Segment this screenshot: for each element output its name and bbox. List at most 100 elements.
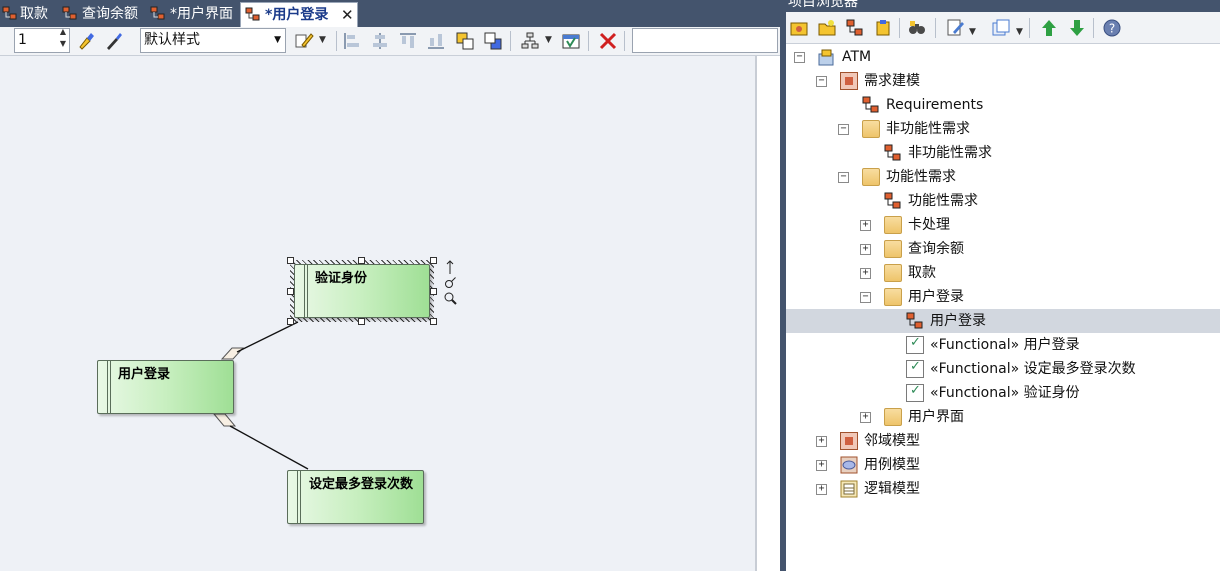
project-browser: 项目浏览器 ▼ ▼ ? − ATM − 需求建模 Requirements − …: [786, 0, 1220, 571]
chevron-down-icon[interactable]: ▼: [545, 35, 552, 45]
align-center-icon[interactable]: [370, 31, 390, 51]
collapse-icon[interactable]: −: [838, 124, 849, 135]
send-to-back-icon[interactable]: [483, 31, 503, 51]
tree-item-logical-model[interactable]: + 逻辑模型: [786, 477, 1220, 501]
requirement-node[interactable]: 验证身份: [294, 264, 430, 318]
resize-handle[interactable]: [430, 318, 437, 325]
tree-item-requirements-diagram[interactable]: Requirements: [786, 93, 1220, 117]
diagram-canvas[interactable]: 验证身份 用户登录 设定最多登录次数: [0, 56, 755, 571]
tree-item-user-interface[interactable]: + 用户界面: [786, 405, 1220, 429]
resize-handle[interactable]: [358, 318, 365, 325]
collapse-icon[interactable]: −: [794, 52, 805, 63]
tab-user-login[interactable]: *用户登录 ✕: [240, 2, 358, 27]
connector-line[interactable]: [236, 321, 299, 353]
resize-handle[interactable]: [358, 257, 365, 264]
new-diagram-icon[interactable]: [845, 18, 865, 38]
delete-icon[interactable]: [598, 31, 618, 51]
vertical-scrollbar[interactable]: [755, 56, 780, 571]
resize-handle[interactable]: [287, 318, 294, 325]
collapse-icon[interactable]: −: [816, 76, 827, 87]
tree-item-req-max-attempts[interactable]: «Functional» 设定最多登录次数: [786, 357, 1220, 381]
find-icon[interactable]: [907, 18, 927, 38]
document-icon[interactable]: [991, 18, 1011, 38]
tree-item-label: 功能性需求: [908, 193, 978, 209]
tab-query-balance[interactable]: 查询余额: [60, 2, 146, 27]
align-top-icon[interactable]: [398, 31, 418, 51]
chevron-down-icon[interactable]: ▼: [969, 27, 976, 37]
expand-icon[interactable]: +: [816, 484, 827, 495]
toolbar-separator: [1093, 18, 1094, 38]
tree-item-label: 用户登录: [930, 313, 986, 329]
line-width-spinner[interactable]: 1 ▲ ▼: [14, 26, 70, 53]
style-select[interactable]: 默认样式 ▼: [140, 28, 286, 53]
tree-item-domain-model[interactable]: + 邻域模型: [786, 429, 1220, 453]
chevron-down-icon: ▼: [274, 35, 281, 45]
tree-item-use-case-model[interactable]: + 用例模型: [786, 453, 1220, 477]
toolbar-separator: [899, 18, 900, 38]
align-bottom-icon[interactable]: [426, 31, 446, 51]
align-left-icon[interactable]: [342, 31, 362, 51]
tree-item-req-user-login[interactable]: «Functional» 用户登录: [786, 333, 1220, 357]
tree-item-nonfunctional-folder[interactable]: − 非功能性需求: [786, 117, 1220, 141]
toolbar-separator: [935, 18, 936, 38]
requirement-node[interactable]: 用户登录: [97, 360, 234, 414]
line-color-icon[interactable]: [104, 31, 124, 51]
move-down-icon[interactable]: [1067, 18, 1087, 38]
resize-handle[interactable]: [430, 257, 437, 264]
tree-item-functional-folder[interactable]: − 功能性需求: [786, 165, 1220, 189]
tree-item-user-login-diagram[interactable]: 用户登录: [786, 309, 1220, 333]
resize-handle[interactable]: [430, 288, 437, 295]
folder-icon: [862, 168, 880, 186]
diagram-properties-icon[interactable]: [561, 31, 581, 51]
quick-linker-arrow-icon[interactable]: [446, 260, 454, 274]
expand-icon[interactable]: +: [860, 412, 871, 423]
tab-user-interface[interactable]: *用户界面: [148, 2, 238, 27]
node-stripe: [297, 471, 301, 523]
expand-icon[interactable]: +: [860, 220, 871, 231]
tree-item-atm[interactable]: − ATM: [786, 45, 1220, 69]
collapse-icon[interactable]: −: [838, 172, 849, 183]
apply-style-icon[interactable]: [294, 31, 314, 51]
edit-properties-icon[interactable]: [945, 18, 965, 38]
spinner-arrows-icon[interactable]: ▲ ▼: [60, 26, 66, 50]
bring-to-front-icon[interactable]: [455, 31, 475, 51]
project-browser-titlebar: 项目浏览器: [786, 0, 1220, 12]
zoom-icon[interactable]: [444, 292, 454, 302]
tree-item-user-login-folder[interactable]: − 用户登录: [786, 285, 1220, 309]
tree-item-query-balance[interactable]: + 查询余额: [786, 237, 1220, 261]
expand-icon[interactable]: +: [860, 244, 871, 255]
close-icon[interactable]: ✕: [341, 3, 354, 27]
style-select-value: 默认样式: [144, 32, 200, 48]
tab-withdraw[interactable]: 取款: [0, 2, 56, 27]
requirement-node[interactable]: 设定最多登录次数: [287, 470, 424, 524]
tree-item-card-processing[interactable]: + 卡处理: [786, 213, 1220, 237]
resize-handle[interactable]: [287, 257, 294, 264]
new-package-icon[interactable]: [817, 18, 837, 38]
toolbar-separator: [624, 31, 625, 51]
tree-item-functional-diagram[interactable]: 功能性需求: [786, 189, 1220, 213]
properties-icon[interactable]: [445, 280, 453, 288]
move-up-icon[interactable]: [1039, 18, 1059, 38]
tree-item-label: «Functional» 验证身份: [930, 385, 1080, 401]
layout-icon[interactable]: [520, 31, 540, 51]
collapse-icon[interactable]: −: [860, 292, 871, 303]
diagram-icon: [884, 144, 901, 161]
expand-icon[interactable]: +: [860, 268, 871, 279]
new-element-icon[interactable]: [873, 18, 893, 38]
package-icon: [840, 72, 858, 90]
tree-item-requirements-modeling[interactable]: − 需求建模: [786, 69, 1220, 93]
expand-icon[interactable]: +: [816, 436, 827, 447]
fill-brush-icon[interactable]: [76, 31, 96, 51]
help-icon[interactable]: ?: [1102, 18, 1122, 38]
resize-handle[interactable]: [287, 288, 294, 295]
connector-line[interactable]: [229, 425, 309, 470]
tree-item-withdraw[interactable]: + 取款: [786, 261, 1220, 285]
expand-icon[interactable]: +: [816, 460, 827, 471]
folder-icon: [862, 120, 880, 138]
chevron-down-icon[interactable]: ▼: [319, 35, 326, 45]
tree-item-nonfunctional-diagram[interactable]: 非功能性需求: [786, 141, 1220, 165]
chevron-down-icon[interactable]: ▼: [1016, 27, 1023, 37]
new-model-icon[interactable]: [789, 18, 809, 38]
tree-item-req-verify-identity[interactable]: «Functional» 验证身份: [786, 381, 1220, 405]
toolbar-search-input[interactable]: [632, 28, 778, 53]
